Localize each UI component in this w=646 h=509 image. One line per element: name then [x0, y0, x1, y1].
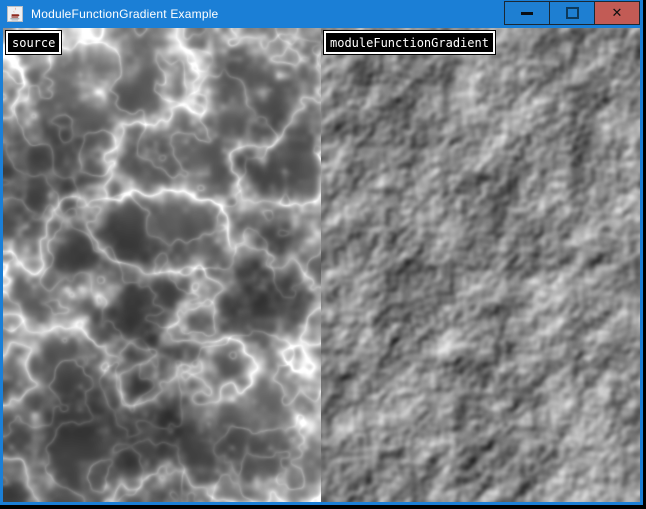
source-panel: source [3, 28, 321, 502]
module-function-gradient-image [321, 28, 640, 502]
source-label: source [6, 31, 61, 54]
titlebar[interactable]: ModuleFunctionGradient Example ✕ [0, 0, 643, 28]
close-icon: ✕ [612, 7, 623, 20]
maximize-button[interactable] [549, 1, 595, 25]
maximize-icon [566, 7, 579, 19]
image-area: source moduleFunctionGradient [3, 28, 640, 502]
window-controls: ✕ [505, 1, 640, 25]
minimize-icon [521, 12, 533, 15]
gradient-label: moduleFunctionGradient [324, 31, 495, 54]
minimize-button[interactable] [504, 1, 550, 25]
gradient-panel: moduleFunctionGradient [321, 28, 640, 502]
window-title: ModuleFunctionGradient Example [31, 7, 218, 21]
application-window: ModuleFunctionGradient Example ✕ source … [0, 0, 643, 505]
close-button[interactable]: ✕ [594, 1, 640, 25]
source-image [3, 28, 321, 502]
java-coffee-cup-icon [7, 6, 23, 22]
